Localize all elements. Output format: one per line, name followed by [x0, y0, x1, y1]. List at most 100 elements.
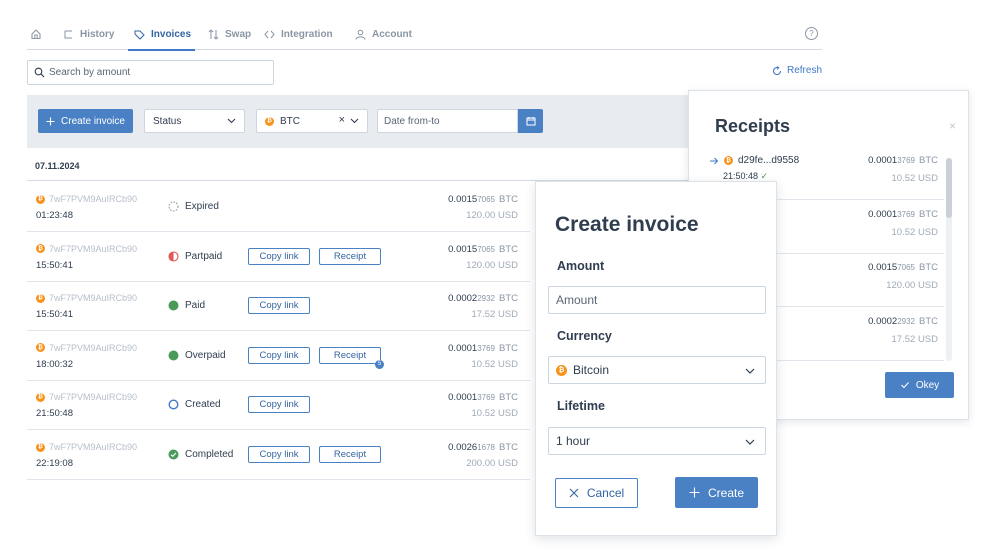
search-input[interactable] [49, 67, 264, 78]
invoice-status-label: Overpaid [185, 349, 226, 361]
receipt-button[interactable]: Receipt [319, 446, 381, 463]
receipt-usd-value: 10.52 [891, 173, 916, 184]
copy-link-button[interactable]: Copy link [248, 396, 310, 414]
top-nav: History Invoices Swap Integration Accoun… [27, 18, 822, 51]
btc-currency: BTC [499, 243, 518, 255]
refresh-label: Refresh [787, 65, 823, 76]
receipt-button[interactable]: Receipt [319, 247, 381, 265]
invoice-status-label: Partpaid [185, 250, 223, 262]
chevron-down-icon [745, 368, 755, 374]
currency-filter-select[interactable]: ₿ BTC × [256, 109, 368, 133]
btc-amount-main: 0.0002 [448, 293, 478, 305]
receipt-amount-fade: 2932 [897, 316, 915, 326]
usd-amount: 120.00 USD [466, 260, 518, 271]
user-icon [355, 29, 366, 40]
copy-link-button[interactable]: Copy link [248, 446, 310, 463]
currency-label: Currency [557, 329, 612, 343]
invoice-time: 22:19:08 [36, 458, 73, 469]
invoice-address: ₿ 7wF7PVM9AuIRCb90 [36, 442, 137, 452]
usd-value: 10.52 [471, 358, 496, 370]
lifetime-label: Lifetime [557, 399, 605, 413]
btc-currency: BTC [499, 392, 518, 404]
btc-amount: 0.00157065 BTC [448, 244, 518, 255]
search-box[interactable] [27, 60, 274, 85]
create-button[interactable]: Create [675, 477, 758, 508]
copy-link-button[interactable]: Copy link [248, 346, 310, 364]
table-row[interactable]: ₿ 7wF7PVM9AuIRCb90 15:50:41 Partpaid Copy li… [27, 232, 530, 282]
usd-value: 120.00 [466, 210, 496, 221]
currency-filter-label: BTC [280, 115, 300, 127]
create-invoice-button[interactable]: Create invoice [38, 109, 133, 133]
clear-icon[interactable]: × [339, 114, 345, 126]
modal-title: Create invoice [555, 213, 699, 236]
invoice-time: 15:50:41 [36, 259, 73, 271]
table-row[interactable]: ₿ 7wF7PVM9AuIRCb90 15:50:41 Paid Copy link 0.… [27, 281, 530, 332]
receipt-usd-value: 120.00 [886, 280, 916, 291]
usd-amount: 120.00 USD [466, 210, 518, 221]
receipt-amount-main: 0.0002 [868, 315, 898, 327]
copy-link-button[interactable]: Copy link [248, 297, 310, 315]
tab-swap[interactable]: Swap [208, 18, 251, 50]
btc-amount-main: 0.0001 [448, 342, 478, 354]
okey-button[interactable]: Okey [885, 372, 954, 398]
currency-select[interactable]: ₿ Bitcoin [548, 356, 766, 384]
usd-amount: 200.00 USD [466, 458, 518, 469]
table-row[interactable]: ₿ 7wF7PVM9AuIRCb90 21:50:48 Created Copy lin… [27, 380, 530, 431]
tab-history[interactable]: History [63, 18, 114, 50]
home-icon[interactable] [30, 18, 42, 50]
invoice-time: 15:50:41 [36, 309, 73, 321]
receipt-button[interactable]: Receipt [319, 346, 381, 364]
usd-currency: USD [497, 259, 518, 271]
close-icon[interactable]: × [949, 119, 956, 133]
invoice-tag-icon [134, 29, 145, 40]
scrollbar-thumb[interactable] [946, 158, 952, 218]
code-icon [264, 29, 275, 40]
receipt-count-badge: 5 [375, 359, 384, 369]
chevron-down-icon [745, 439, 755, 445]
table-row[interactable]: ₿ 7wF7PVM9AuIRCb90 22:19:08 Completed Copy l… [27, 430, 530, 480]
status-select[interactable]: Status [144, 109, 245, 133]
refresh-button[interactable]: Refresh [772, 65, 822, 76]
plus-icon [689, 487, 700, 498]
calendar-button[interactable] [518, 109, 543, 133]
usd-currency: USD [497, 309, 518, 321]
date-range-input[interactable]: Date from-to [377, 109, 518, 133]
btc-currency: BTC [499, 194, 518, 205]
help-icon[interactable]: ? [805, 27, 818, 40]
amount-input[interactable] [556, 293, 756, 307]
amount-label: Amount [557, 259, 605, 273]
okey-label: Okey [915, 379, 940, 391]
bitcoin-icon: ₿ [36, 392, 45, 402]
amount-field[interactable] [548, 286, 766, 314]
create-invoice-label: Create invoice [61, 115, 125, 127]
table-row[interactable]: ₿ 7wF7PVM9AuIRCb90 18:00:32 Overpaid Copy li… [27, 331, 530, 381]
copy-link-button[interactable]: Copy link [248, 247, 310, 265]
overpaid-status-icon [168, 350, 179, 361]
lifetime-select[interactable]: 1 hour [548, 427, 766, 455]
bitcoin-icon: ₿ [36, 194, 45, 204]
invoice-time: 01:23:48 [36, 210, 73, 221]
tab-invoices[interactable]: Invoices [127, 18, 196, 51]
invoice-status-label: Completed [185, 449, 234, 460]
tab-integration-label: Integration [281, 28, 333, 40]
btc-amount: 0.00013769 BTC [448, 392, 518, 403]
btc-amount: 0.00157065 BTC [448, 194, 518, 205]
close-icon [569, 488, 579, 498]
receipt-currency: BTC [919, 155, 938, 166]
receipt-amount-fade: 7065 [897, 263, 915, 272]
invoice-address: ₿ 7wF7PVM9AuIRCb90 [36, 343, 137, 353]
usd-currency: USD [497, 358, 518, 370]
usd-value: 200.00 [466, 458, 496, 469]
calendar-icon [526, 117, 535, 126]
currency-select-value: Bitcoin [573, 363, 610, 377]
table-row[interactable]: ₿ 7wF7PVM9AuIRCb90 01:23:48 Expired 0.001570… [27, 182, 530, 232]
cancel-button[interactable]: Cancel [555, 478, 638, 508]
btc-amount-fade: 3769 [477, 393, 495, 403]
btc-amount-main: 0.0001 [448, 392, 478, 404]
invoice-address: ₿ 7wF7PVM9AuIRCb90 [36, 194, 137, 204]
double-check-icon: ✓ [760, 171, 769, 181]
receipts-scrollbar[interactable] [946, 158, 952, 361]
tab-integration[interactable]: Integration [264, 18, 333, 50]
date-group-header: 07.11.2024 [27, 151, 717, 181]
tab-account[interactable]: Account [355, 18, 412, 50]
